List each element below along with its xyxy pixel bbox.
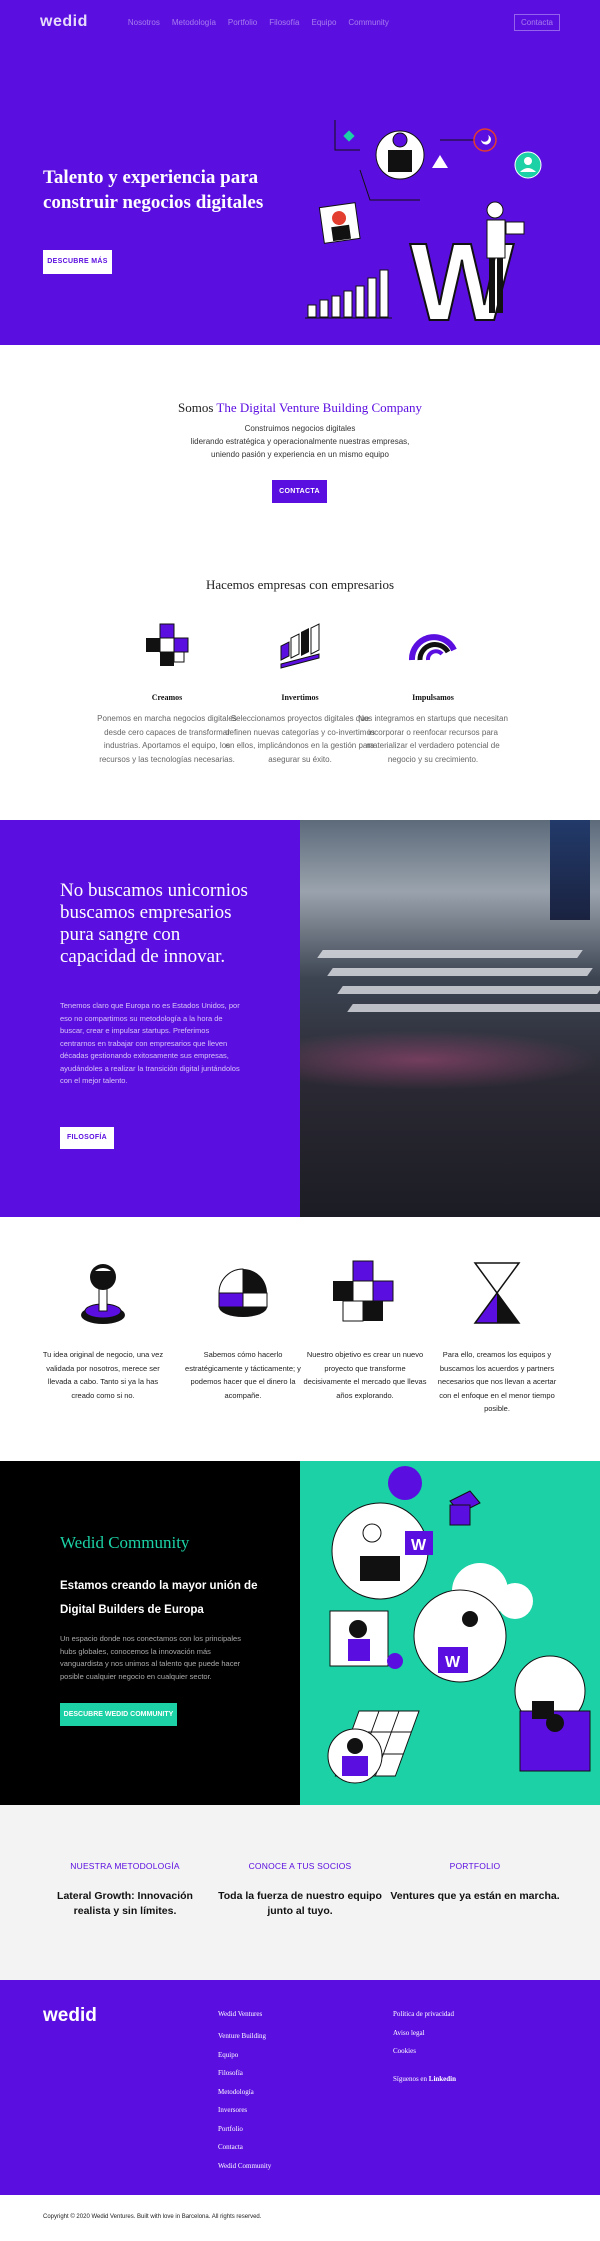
cubes-icon <box>333 1260 394 1322</box>
link-body: Toda la fuerza de nuestro equipo junto a… <box>218 1890 382 1917</box>
nav-item[interactable]: Community <box>348 18 388 27</box>
intro-line: liderando estratégica y operacionalmente… <box>190 437 410 446</box>
link-portfolio[interactable]: PORTFOLIO Ventures que ya están en march… <box>390 1861 560 1904</box>
intro-line: Construimos negocios digitales <box>244 424 356 433</box>
svg-text:W: W <box>411 1537 427 1554</box>
company-column-invertimos: Invertimos Seleccionamos proyectos digit… <box>225 620 375 766</box>
footer-link[interactable]: Metodología <box>218 2088 271 2096</box>
column-text: Seleccionamos proyectos digitales que de… <box>225 714 375 764</box>
footer-follow: Síguenos en Linkedin <box>393 2075 456 2083</box>
header-logo[interactable]: wedid <box>40 13 88 31</box>
philosophy-button[interactable]: FILOSOFÍA <box>60 1127 114 1149</box>
nav-item[interactable]: Nosotros <box>128 18 160 27</box>
footer-link[interactable]: Cookies <box>393 2047 456 2055</box>
community-section: Wedid Community Estamos creando la mayor… <box>0 1461 600 1805</box>
feature-strategy: Sabemos cómo hacerlo estratégicamente y … <box>178 1255 308 1402</box>
hero-section: Talento y experiencia para construir neg… <box>0 0 600 345</box>
contact-button[interactable]: CONTACTA <box>272 480 327 503</box>
nav-item[interactable]: Metodología <box>172 18 216 27</box>
feature-text: Sabemos cómo hacerlo estratégicamente y … <box>185 1350 301 1400</box>
companies-section: Hacemos empresas con empresarios Creamos… <box>0 520 600 820</box>
nav-item[interactable]: Filosofía <box>269 18 299 27</box>
link-heading[interactable]: CONOCE A TUS SOCIOS <box>215 1861 385 1871</box>
copyright-bar: Copyright © 2020 Wedid Ventures. Built w… <box>0 2195 600 2241</box>
footer-legal: Política de privacidad Aviso legal Cooki… <box>393 2010 456 2094</box>
intro-line: uniendo pasión y experiencia en un mismo… <box>211 450 389 459</box>
hero-title: Talento y experiencia para construir neg… <box>43 167 264 213</box>
footer-link[interactable]: Contacta <box>218 2143 271 2151</box>
feature-teams: Para ello, creamos los equipos y buscamo… <box>432 1255 562 1416</box>
arcs-icon <box>408 634 457 661</box>
main-nav: Nosotros Metodología Portfolio Filosofía… <box>128 18 389 27</box>
footer-nav: Wedid Ventures Venture Building Equipo F… <box>218 2010 271 2180</box>
feature-text: Para ello, creamos los equipos y buscamo… <box>437 1350 557 1413</box>
header-contact-button[interactable]: Contacta <box>513 13 560 31</box>
footer-logo[interactable]: wedid <box>43 2005 97 2027</box>
intro-title-prefix: Somos <box>178 400 217 415</box>
community-text: Un espacio donde nos conectamos con los … <box>60 1634 241 1681</box>
column-text: Ponemos en marcha negocios digitales des… <box>97 714 237 764</box>
intro-title-accent: The Digital Venture Building Company <box>216 400 422 415</box>
chart-blocks-icon <box>280 623 320 669</box>
nav-item[interactable]: Portfolio <box>228 18 257 27</box>
footer-link[interactable]: Wedid Ventures <box>218 2010 271 2018</box>
feature-idea: Tu idea original de negocio, una vez val… <box>38 1255 168 1402</box>
intro-text: Construimos negocios digitales liderando… <box>150 422 450 461</box>
footer-link[interactable]: Portfolio <box>218 2125 271 2133</box>
site-footer: wedid Wedid Ventures Venture Building Eq… <box>0 1980 600 2195</box>
community-illustration: W W <box>300 1461 600 1805</box>
follow-label: Síguenos en <box>393 2075 429 2083</box>
linkedin-link[interactable]: Linkedin <box>429 2075 456 2083</box>
intro-title: Somos The Digital Venture Building Compa… <box>0 400 600 416</box>
hero-illustration: W <box>305 120 542 330</box>
intro-section: Somos The Digital Venture Building Compa… <box>0 345 600 520</box>
feature-text: Nuestro objetivo es crear un nuevo proye… <box>303 1350 427 1400</box>
column-title: Impulsamos <box>412 693 454 702</box>
feature-text: Tu idea original de negocio, una vez val… <box>42 1350 164 1400</box>
link-heading[interactable]: PORTFOLIO <box>390 1861 560 1871</box>
community-title: Wedid Community <box>60 1533 190 1552</box>
link-body: Ventures que ya están en marcha. <box>390 1890 560 1902</box>
philosophy-text: Tenemos claro que Europa no es Estados U… <box>60 1001 240 1085</box>
copyright-text: Copyright © 2020 Wedid Ventures. Built w… <box>43 2214 262 2220</box>
nav-item[interactable]: Equipo <box>311 18 336 27</box>
company-column-creamos: Creamos Ponemos en marcha negocios digit… <box>92 620 242 766</box>
site-header: wedid Nosotros Metodología Portfolio Fil… <box>0 0 600 44</box>
pie-chart-icon <box>218 1268 268 1317</box>
link-heading[interactable]: NUESTRA METODOLOGÍA <box>40 1861 210 1871</box>
link-methodology[interactable]: NUESTRA METODOLOGÍA Lateral Growth: Inno… <box>40 1861 210 1919</box>
column-title: Creamos <box>151 693 183 702</box>
features-section: Tu idea original de negocio, una vez val… <box>0 1217 600 1461</box>
cubes-icon <box>146 623 189 666</box>
discover-more-button[interactable]: DESCUBRE MÁS <box>43 250 112 274</box>
footer-link[interactable]: Equipo <box>218 2051 271 2059</box>
street-crossing-photo <box>300 820 600 1217</box>
companies-title: Hacemos empresas con empresarios <box>205 577 395 592</box>
footer-link[interactable]: Venture Building <box>218 2032 271 2040</box>
feature-objective: Nuestro objetivo es crear un nuevo proye… <box>300 1255 430 1402</box>
links-section: NUESTRA METODOLOGÍA Lateral Growth: Inno… <box>0 1805 600 1980</box>
link-partners[interactable]: CONOCE A TUS SOCIOS Toda la fuerza de nu… <box>215 1861 385 1919</box>
community-subtitle: Estamos creando la mayor unión de Digita… <box>60 1580 258 1616</box>
philosophy-title: No buscamos unicornios buscamos empresar… <box>60 880 248 967</box>
company-column-impulsamos: Impulsamos Nos integramos en startups qu… <box>358 620 508 766</box>
svg-text:W: W <box>445 1654 461 1671</box>
footer-link[interactable]: Wedid Community <box>218 2162 271 2170</box>
footer-link[interactable]: Inversores <box>218 2106 271 2114</box>
column-text: Nos integramos en startups que necesitan… <box>358 714 508 764</box>
footer-link[interactable]: Política de privacidad <box>393 2010 456 2018</box>
footer-link[interactable]: Aviso legal <box>393 2029 456 2037</box>
community-button[interactable]: DESCUBRE WEDID COMMUNITY <box>60 1703 177 1726</box>
hourglass-icon <box>473 1262 521 1324</box>
column-title: Invertimos <box>281 693 319 702</box>
footer-link[interactable]: Filosofía <box>218 2069 271 2077</box>
link-body: Lateral Growth: Innovación realista y si… <box>57 1890 193 1917</box>
diamond-icon <box>343 130 355 142</box>
philosophy-section: No buscamos unicornios buscamos empresar… <box>0 820 600 1217</box>
joystick-icon <box>81 1264 125 1324</box>
